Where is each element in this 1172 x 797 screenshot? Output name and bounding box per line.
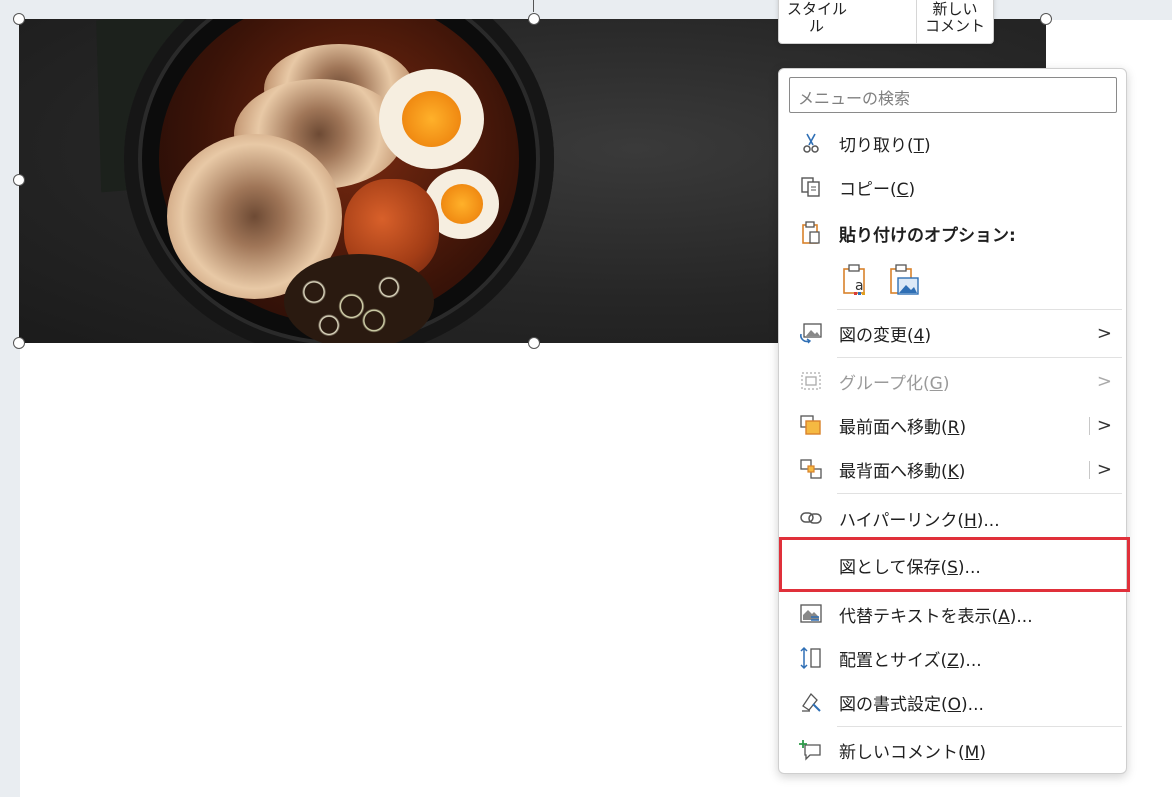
menu-item-bring-to-front[interactable]: 最前面へ移動(R) > bbox=[779, 405, 1126, 445]
style-button-label-2: ル bbox=[809, 17, 825, 35]
menu-item-change-picture[interactable]: 図の変更(4) > bbox=[779, 313, 1126, 353]
copy-icon bbox=[799, 175, 823, 199]
split-divider bbox=[1089, 417, 1090, 435]
menu-item-size-position-label: 配置とサイズ(Z)... bbox=[839, 650, 982, 671]
green-onion bbox=[284, 254, 434, 343]
menu-item-send-to-back-label: 最背面へ移動(K) bbox=[839, 461, 966, 482]
menu-item-bring-to-front-label: 最前面へ移動(R) bbox=[839, 417, 967, 438]
submenu-arrow-icon[interactable]: > bbox=[1097, 415, 1112, 436]
style-button[interactable]: スタイル ル bbox=[779, 0, 916, 43]
menu-item-new-comment-label: 新しいコメント(M) bbox=[839, 742, 986, 763]
menu-item-group-label: グループ化(G) bbox=[839, 373, 950, 394]
send-to-back-icon bbox=[799, 457, 823, 481]
paste-keep-text-option[interactable]: a bbox=[839, 261, 873, 299]
link-icon bbox=[799, 506, 823, 530]
menu-separator bbox=[837, 357, 1122, 358]
bring-to-front-icon bbox=[799, 413, 823, 437]
menu-item-alt-text-label: 代替テキストを表示(A)... bbox=[839, 606, 1033, 627]
menu-item-cut-label: 切り取り(T) bbox=[839, 135, 931, 156]
change-picture-icon bbox=[799, 321, 823, 345]
mini-toolbar: スタイル ル 新しい コメント bbox=[778, 0, 994, 44]
resize-handle-top-right[interactable] bbox=[1040, 13, 1052, 25]
menu-separator bbox=[837, 309, 1122, 310]
style-button-label: スタイル bbox=[787, 0, 848, 18]
paste-picture-option[interactable] bbox=[887, 261, 921, 299]
submenu-arrow-icon: > bbox=[1096, 370, 1112, 392]
new-comment-label-2: コメント bbox=[924, 17, 985, 35]
menu-item-paste-options: 貼り付けのオプション: bbox=[779, 213, 1126, 253]
menu-search-input[interactable]: メニューの検索 bbox=[789, 77, 1117, 113]
resize-handle-bottom[interactable] bbox=[528, 337, 540, 349]
alt-text-icon bbox=[799, 602, 823, 626]
menu-separator bbox=[837, 493, 1122, 494]
menu-item-hyperlink[interactable]: ハイパーリンク(H)... bbox=[779, 498, 1126, 538]
menu-item-copy[interactable]: コピー(C) bbox=[779, 167, 1126, 207]
menu-item-new-comment[interactable]: 新しいコメント(M) bbox=[779, 730, 1126, 770]
resize-handle-left[interactable] bbox=[13, 174, 25, 186]
menu-item-format-picture[interactable]: 図の書式設定(O)... bbox=[779, 682, 1126, 722]
menu-item-save-as-picture[interactable]: 図として保存(S)... bbox=[779, 545, 1126, 585]
menu-item-copy-label: コピー(C) bbox=[839, 179, 916, 200]
scissors-icon bbox=[799, 131, 823, 155]
svg-text:a: a bbox=[855, 278, 864, 294]
split-divider bbox=[1089, 461, 1090, 479]
menu-item-send-to-back[interactable]: 最背面へ移動(K) > bbox=[779, 449, 1126, 489]
size-position-icon bbox=[799, 646, 823, 670]
rotation-line bbox=[533, 0, 534, 12]
resize-handle-top-left[interactable] bbox=[13, 13, 25, 25]
submenu-arrow-icon[interactable]: > bbox=[1097, 459, 1112, 480]
resize-handle-bottom-left[interactable] bbox=[13, 337, 25, 349]
menu-item-alt-text[interactable]: 代替テキストを表示(A)... bbox=[779, 594, 1126, 634]
new-comment-label: 新しい bbox=[932, 0, 978, 18]
menu-separator bbox=[837, 589, 1122, 590]
menu-item-hyperlink-label: ハイパーリンク(H)... bbox=[839, 510, 1000, 531]
menu-item-cut[interactable]: 切り取り(T) bbox=[779, 123, 1126, 163]
paste-icon bbox=[799, 221, 823, 245]
menu-item-change-picture-label: 図の変更(4) bbox=[839, 325, 932, 346]
paste-options-label: 貼り付けのオプション: bbox=[839, 225, 1016, 246]
menu-item-size-position[interactable]: 配置とサイズ(Z)... bbox=[779, 638, 1126, 678]
menu-item-format-picture-label: 図の書式設定(O)... bbox=[839, 694, 984, 715]
group-icon bbox=[799, 369, 823, 393]
submenu-arrow-icon: > bbox=[1096, 322, 1112, 344]
new-comment-button[interactable]: 新しい コメント bbox=[917, 0, 993, 43]
menu-separator bbox=[837, 726, 1122, 727]
menu-item-save-as-picture-label: 図として保存(S)... bbox=[839, 557, 981, 578]
format-picture-icon bbox=[799, 690, 823, 714]
context-menu: メニューの検索 切り取り(T) コピー(C) 貼り付けのオプション: a 図の変… bbox=[778, 68, 1127, 774]
resize-handle-top[interactable] bbox=[528, 13, 540, 25]
menu-item-group: グループ化(G) > bbox=[779, 361, 1126, 401]
new-comment-icon bbox=[799, 738, 823, 762]
ramen-egg bbox=[379, 69, 484, 169]
